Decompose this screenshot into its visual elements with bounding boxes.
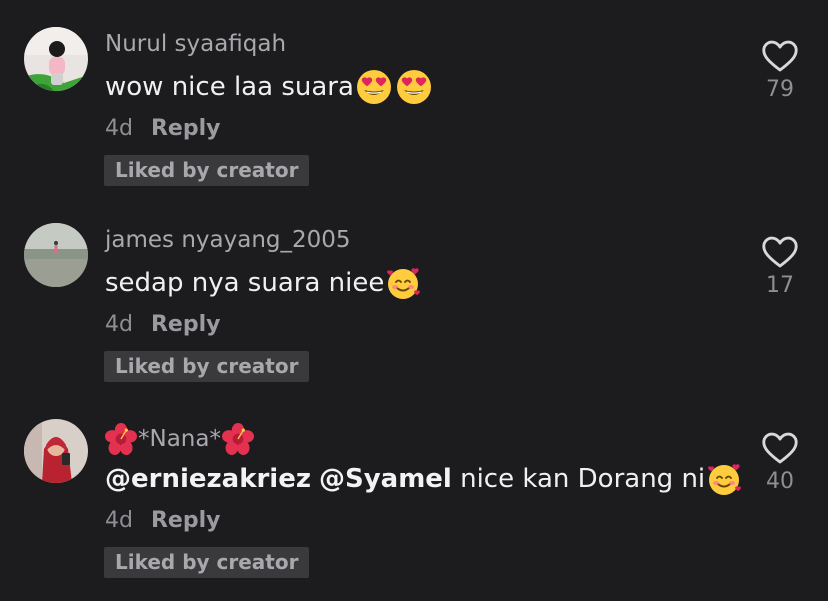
heart-outline-icon[interactable] <box>762 236 798 269</box>
hibiscus-emoji <box>105 423 137 455</box>
avatar[interactable] <box>24 27 88 91</box>
username[interactable]: Nurul syaafiqah <box>105 31 286 57</box>
reply-button[interactable]: Reply <box>151 312 221 337</box>
comment-meta: 4d Reply <box>105 116 220 141</box>
mention-link[interactable]: @Syamel <box>319 464 452 494</box>
hibiscus-emoji <box>222 423 254 455</box>
comment-text: @erniezakriez @Syamel nice kan Dorang ni <box>105 461 743 497</box>
like-count: 79 <box>766 77 794 102</box>
comment-meta: 4d Reply <box>105 312 220 337</box>
liked-by-creator-badge: Liked by creator <box>104 351 310 382</box>
like-count: 40 <box>766 469 794 494</box>
mention-link[interactable]: @erniezakriez <box>105 464 311 494</box>
timestamp: 4d <box>105 312 133 337</box>
comment-body: wow nice laa suara <box>105 72 354 102</box>
avatar[interactable] <box>24 419 88 483</box>
comment-meta: 4d Reply <box>105 508 220 533</box>
like-button[interactable]: 79 <box>752 40 808 102</box>
like-count: 17 <box>766 273 794 298</box>
comment-text: wow nice laa suara <box>105 69 432 105</box>
reply-button[interactable]: Reply <box>151 116 221 141</box>
liked-by-creator-badge: Liked by creator <box>104 547 310 578</box>
heart-outline-icon[interactable] <box>762 40 798 73</box>
comment-item: *Nana* @erniezakriez @Syamel nice kan Do… <box>0 392 828 588</box>
smiling-face-with-hearts-emoji <box>707 461 743 497</box>
comment-item: james nyayang_2005 sedap nya suara niee … <box>0 196 828 392</box>
timestamp: 4d <box>105 508 133 533</box>
timestamp: 4d <box>105 116 133 141</box>
comment-text: sedap nya suara niee <box>105 265 422 301</box>
username[interactable]: *Nana* <box>105 423 254 455</box>
reply-button[interactable]: Reply <box>151 508 221 533</box>
heart-eyes-emoji <box>396 69 432 105</box>
heart-outline-icon[interactable] <box>762 432 798 465</box>
avatar[interactable] <box>24 223 88 287</box>
smiling-face-with-hearts-emoji <box>386 265 422 301</box>
comment-body: sedap nya suara niee <box>105 268 385 298</box>
username[interactable]: james nyayang_2005 <box>105 227 351 253</box>
like-button[interactable]: 40 <box>752 432 808 494</box>
like-button[interactable]: 17 <box>752 236 808 298</box>
liked-by-creator-badge: Liked by creator <box>104 155 310 186</box>
comment-item: Nurul syaafiqah wow nice laa suara 4d Re… <box>0 0 828 196</box>
username-text: *Nana* <box>138 426 221 452</box>
heart-eyes-emoji <box>356 69 392 105</box>
comment-list: Nurul syaafiqah wow nice laa suara 4d Re… <box>0 0 828 601</box>
comment-body: nice kan Dorang ni <box>451 464 706 494</box>
